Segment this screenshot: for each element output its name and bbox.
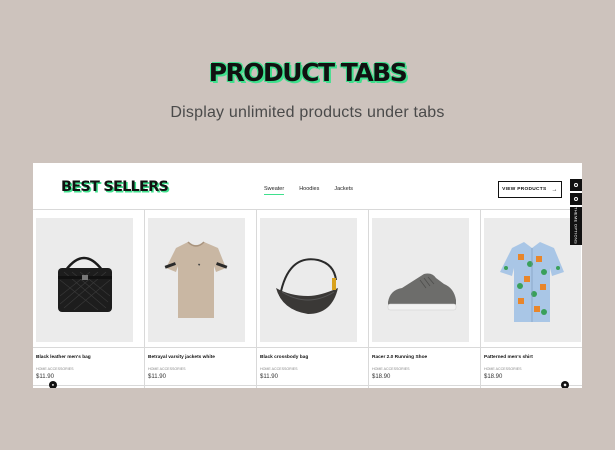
- product-price: $18.90: [484, 374, 503, 380]
- card-divider: [481, 347, 582, 348]
- dot-icon: [574, 183, 578, 187]
- chat-icon[interactable]: ◆: [561, 381, 569, 388]
- section-header: BEST SELLERS Sweater Hoodies Jackets VIE…: [33, 163, 582, 210]
- tab-sweater[interactable]: Sweater: [264, 186, 285, 195]
- theme-options-label: THEME OPTIONS: [573, 207, 579, 245]
- bag-image[interactable]: [36, 218, 133, 342]
- tab-hoodies[interactable]: Hoodies: [299, 186, 319, 192]
- settings-icon[interactable]: ●: [49, 381, 57, 388]
- product-price: $18.90: [372, 374, 391, 380]
- toolbar-button-1[interactable]: [570, 179, 582, 191]
- arrow-right-icon: →: [551, 186, 558, 193]
- product-card[interactable]: Black crossbody bag HOME ACCESSORIES $11…: [257, 210, 369, 388]
- hero-title: PRODUCT TABS: [208, 58, 408, 87]
- product-tabs-preview: BEST SELLERS Sweater Hoodies Jackets VIE…: [33, 163, 582, 388]
- dot-icon: [574, 197, 578, 201]
- sneaker-image[interactable]: [372, 218, 469, 342]
- side-toolbar: THEME OPTIONS: [570, 179, 582, 245]
- product-price: $11.90: [148, 374, 166, 380]
- product-name[interactable]: Betrayal varsity jackets white: [148, 355, 215, 360]
- product-card[interactable]: ♥ Betrayal varsity jackets white HOME AC…: [145, 210, 257, 388]
- product-name[interactable]: Racer 2.0 Running Shoe: [372, 355, 427, 360]
- product-name[interactable]: Black leather men's bag: [36, 355, 91, 360]
- card-divider: [257, 347, 368, 348]
- product-grid: Black leather men's bag HOME ACCESSORIES…: [33, 210, 582, 388]
- product-name[interactable]: Patterned men's shirt: [484, 355, 533, 360]
- tshirt-image[interactable]: ♥: [148, 218, 245, 342]
- product-category: HOME ACCESSORIES: [260, 367, 298, 371]
- product-price: $11.90: [260, 374, 278, 380]
- view-products-button[interactable]: VIEW PRODUCTS →: [498, 181, 562, 198]
- product-category: HOME ACCESSORIES: [372, 367, 410, 371]
- view-products-label: VIEW PRODUCTS: [502, 187, 547, 192]
- crossbody-bag-image[interactable]: [260, 218, 357, 342]
- card-divider: [145, 347, 256, 348]
- toolbar-button-2[interactable]: [570, 193, 582, 205]
- tab-jackets[interactable]: Jackets: [334, 186, 353, 192]
- card-divider: [33, 347, 144, 348]
- product-category: HOME ACCESSORIES: [36, 367, 74, 371]
- hero-subtitle: Display unlimited products under tabs: [170, 104, 445, 121]
- product-name[interactable]: Black crossbody bag: [260, 355, 308, 360]
- product-card[interactable]: Patterned men's shirt HOME ACCESSORIES $…: [481, 210, 582, 388]
- product-category: HOME ACCESSORIES: [484, 367, 522, 371]
- grid-bottom-divider: [33, 385, 582, 386]
- product-tabs: Sweater Hoodies Jackets: [264, 186, 368, 195]
- product-card[interactable]: Racer 2.0 Running Shoe HOME ACCESSORIES …: [369, 210, 481, 388]
- theme-options-button[interactable]: THEME OPTIONS: [570, 207, 582, 245]
- product-category: HOME ACCESSORIES: [148, 367, 186, 371]
- card-divider: [369, 347, 480, 348]
- section-heading: BEST SELLERS: [61, 179, 169, 195]
- product-price: $11.90: [36, 374, 54, 380]
- shirt-image[interactable]: [484, 218, 581, 342]
- product-card[interactable]: Black leather men's bag HOME ACCESSORIES…: [33, 210, 145, 388]
